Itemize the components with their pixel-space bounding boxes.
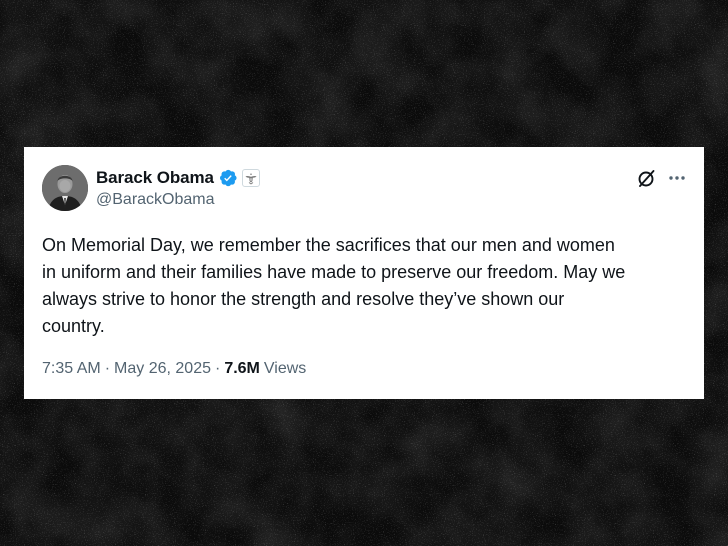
meta-separator: ·: [104, 360, 111, 377]
views-label: Views: [263, 360, 307, 377]
verified-checkmark-icon[interactable]: [218, 168, 238, 188]
tweet-card[interactable]: Barack Obama @BarackObama On Memorial Da…: [24, 147, 704, 399]
tweet-date[interactable]: May 26, 2025: [114, 360, 211, 378]
grok-icon[interactable]: [636, 167, 658, 189]
tweet-meta: 7:35 AM · May 26, 2025 · 7.6M Views: [42, 360, 306, 378]
author-name-row: Barack Obama: [96, 167, 260, 189]
tweet-text: On Memorial Day, we remember the sacrifi…: [42, 235, 626, 336]
author-display-name[interactable]: Barack Obama: [96, 168, 214, 188]
avatar[interactable]: [42, 165, 88, 211]
author-handle[interactable]: @BarackObama: [96, 191, 215, 209]
more-options-icon[interactable]: [666, 167, 688, 189]
tweet-time[interactable]: 7:35 AM: [42, 360, 101, 378]
meta-separator: ·: [214, 360, 221, 377]
view-count[interactable]: 7.6M: [224, 360, 260, 378]
government-seal-icon[interactable]: [241, 169, 260, 187]
